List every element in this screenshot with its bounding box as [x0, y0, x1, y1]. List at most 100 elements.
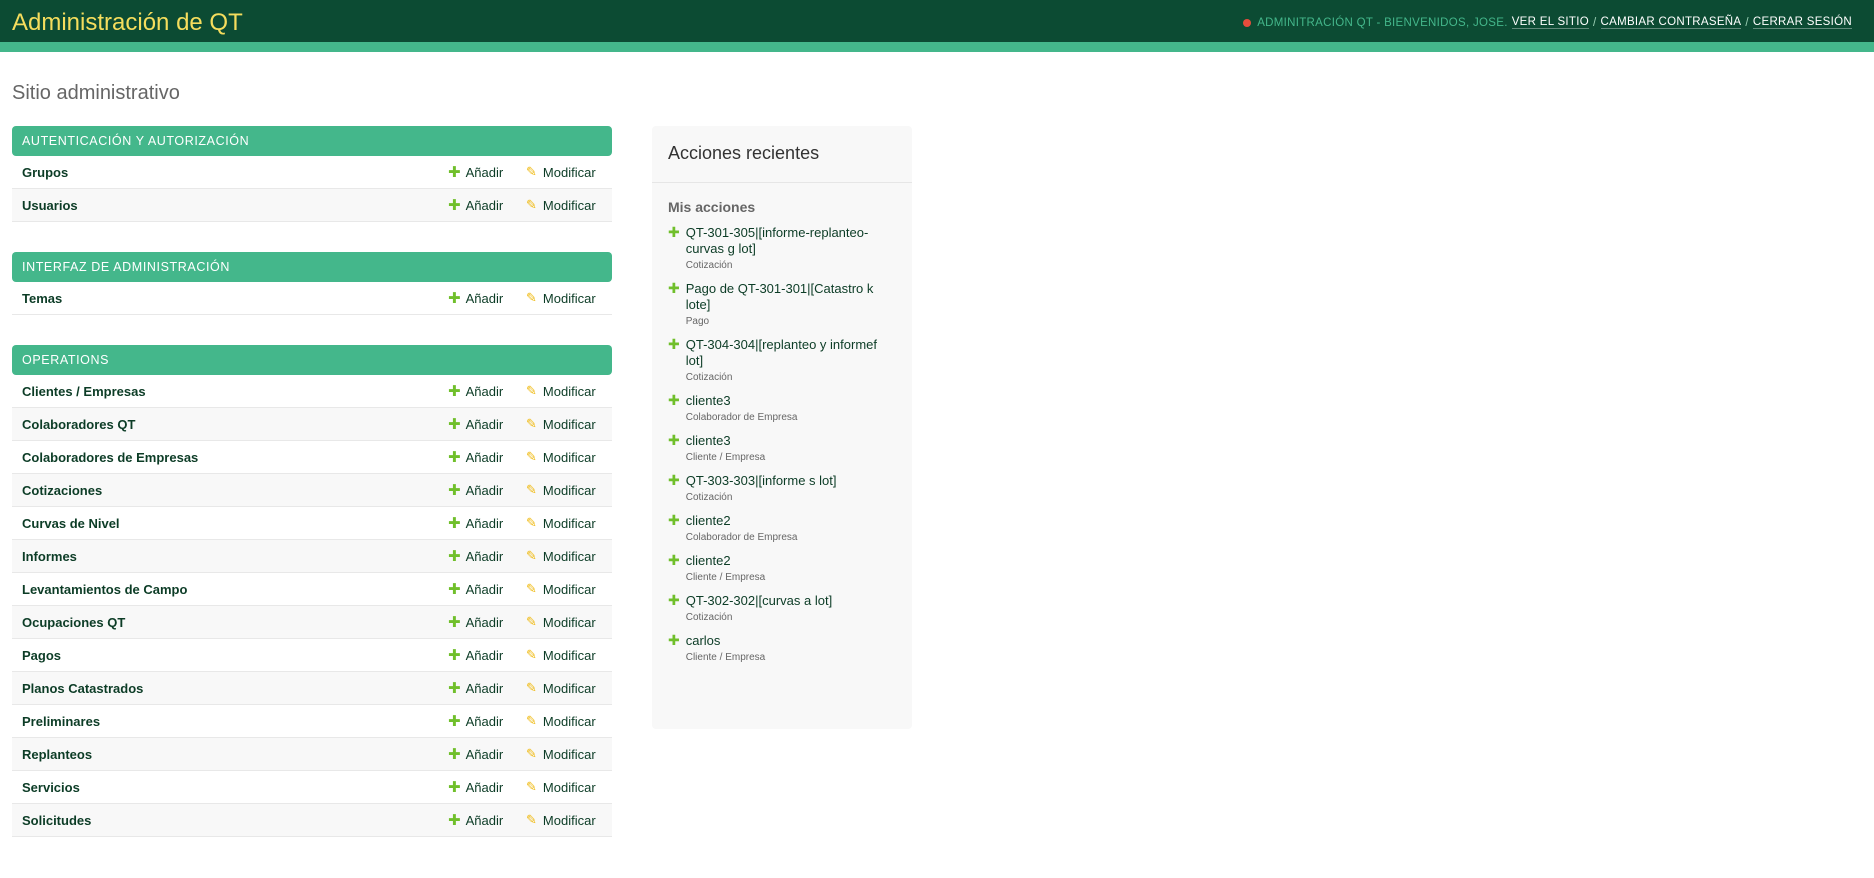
module-rows: Temas ✚ Añadir ✎ Modificar	[12, 282, 612, 315]
add-link[interactable]: ✚ Añadir	[448, 415, 503, 433]
change-link[interactable]: ✎ Modificar	[526, 681, 596, 696]
model-link[interactable]: Clientes / Empresas	[12, 384, 146, 399]
model-link[interactable]: Ocupaciones QT	[12, 615, 125, 630]
pencil-icon: ✎	[526, 581, 537, 597]
change-link[interactable]: ✎ Modificar	[526, 582, 596, 597]
add-label: Añadir	[465, 779, 504, 795]
change-link[interactable]: ✎ Modificar	[526, 615, 596, 630]
model-link[interactable]: Replanteos	[12, 747, 92, 762]
change-link[interactable]: ✎ Modificar	[526, 747, 596, 762]
add-label: Añadir	[465, 416, 504, 432]
change-link[interactable]: ✎ Modificar	[526, 516, 596, 531]
change-link[interactable]: ✎ Modificar	[526, 648, 596, 663]
add-link[interactable]: ✚ Añadir	[448, 289, 503, 307]
add-link[interactable]: ✚ Añadir	[448, 163, 503, 181]
model-link[interactable]: Usuarios	[12, 198, 78, 213]
model-link[interactable]: Pagos	[12, 648, 61, 663]
add-icon: ✚	[448, 712, 461, 730]
model-link[interactable]: Cotizaciones	[12, 483, 102, 498]
model-link[interactable]: Solicitudes	[12, 813, 91, 828]
recent-action-link[interactable]: cliente3	[686, 433, 886, 449]
recent-action-link[interactable]: QT-301-305|[informe-replanteo-curvas g l…	[686, 225, 886, 257]
recent-action-link[interactable]: carlos	[686, 633, 886, 649]
module-caption[interactable]: AUTENTICACIÓN Y AUTORIZACIÓN	[12, 126, 612, 156]
change-link[interactable]: ✎ Modificar	[526, 714, 596, 729]
view-site-link[interactable]: VER EL SITIO	[1511, 16, 1589, 29]
separator: /	[1593, 16, 1597, 29]
recent-action-link[interactable]: cliente3	[686, 393, 886, 409]
add-icon: ✚	[448, 745, 461, 763]
change-label: Modificar	[542, 680, 596, 696]
site-brand[interactable]: Administración de QT	[12, 9, 243, 37]
model-link[interactable]: Levantamientos de Campo	[12, 582, 187, 597]
recent-action-link[interactable]: Pago de QT-301-301|[Catastro k lote]	[686, 281, 886, 313]
model-link[interactable]: Informes	[12, 549, 77, 564]
addition-icon: ✚	[668, 553, 680, 569]
add-link[interactable]: ✚ Añadir	[448, 481, 503, 499]
module-caption[interactable]: OPERATIONS	[12, 345, 612, 375]
logout-link[interactable]: CERRAR SESIÓN	[1752, 16, 1852, 29]
add-link[interactable]: ✚ Añadir	[448, 646, 503, 664]
recent-action-link[interactable]: cliente2	[686, 513, 886, 529]
pencil-icon: ✎	[526, 197, 537, 213]
model-link[interactable]: Servicios	[12, 780, 80, 795]
add-link[interactable]: ✚ Añadir	[448, 745, 503, 763]
add-link[interactable]: ✚ Añadir	[448, 382, 503, 400]
change-link[interactable]: ✎ Modificar	[526, 813, 596, 828]
model-row: Colaboradores QT ✚ Añadir ✎ Modificar	[12, 408, 612, 441]
add-link[interactable]: ✚ Añadir	[448, 712, 503, 730]
recent-action-type: Cotización	[685, 612, 733, 623]
add-link[interactable]: ✚ Añadir	[448, 778, 503, 796]
recent-action-type: Cliente / Empresa	[685, 572, 766, 583]
recent-action-link[interactable]: QT-303-303|[informe s lot]	[686, 473, 886, 489]
recent-action-link[interactable]: QT-304-304|[replanteo y informef lot]	[686, 337, 886, 369]
add-link[interactable]: ✚ Añadir	[448, 196, 503, 214]
change-link[interactable]: ✎ Modificar	[526, 417, 596, 432]
add-label: Añadir	[465, 812, 504, 828]
model-link[interactable]: Temas	[12, 291, 62, 306]
recent-action-body: QT-303-303|[informe s lot] Cotización	[686, 473, 886, 503]
add-link[interactable]: ✚ Añadir	[448, 580, 503, 598]
module-rows: Grupos ✚ Añadir ✎ Modificar Usuarios ✚ Añadir ✎ M…	[12, 156, 612, 222]
model-link[interactable]: Curvas de Nivel	[12, 516, 120, 531]
recent-actions-title: Acciones recientes	[652, 126, 912, 183]
recent-action-link[interactable]: QT-302-302|[curvas a lot]	[686, 593, 886, 609]
app-module: AUTENTICACIÓN Y AUTORIZACIÓN Grupos ✚ Añadi…	[12, 126, 612, 222]
change-label: Modificar	[542, 197, 596, 213]
change-label: Modificar	[542, 383, 596, 399]
add-icon: ✚	[448, 382, 461, 400]
change-label: Modificar	[542, 713, 596, 729]
add-label: Añadir	[465, 581, 504, 597]
change-link[interactable]: ✎ Modificar	[526, 450, 596, 465]
model-row: Temas ✚ Añadir ✎ Modificar	[12, 282, 612, 315]
add-link[interactable]: ✚ Añadir	[448, 547, 503, 565]
change-label: Modificar	[542, 449, 596, 465]
add-link[interactable]: ✚ Añadir	[448, 514, 503, 532]
change-link[interactable]: ✎ Modificar	[526, 198, 596, 213]
change-link[interactable]: ✎ Modificar	[526, 549, 596, 564]
add-label: Añadir	[465, 164, 504, 180]
recent-action-item: ✚ cliente2 Cliente / Empresa	[668, 553, 896, 583]
add-link[interactable]: ✚ Añadir	[448, 811, 503, 829]
welcome-text: ADMINITRACIÓN QT - BIENVENIDOS, JOSE.	[1257, 16, 1508, 29]
model-link[interactable]: Planos Catastrados	[12, 681, 143, 696]
model-row: Preliminares ✚ Añadir ✎ Modificar	[12, 705, 612, 738]
model-link[interactable]: Preliminares	[12, 714, 100, 729]
add-link[interactable]: ✚ Añadir	[448, 613, 503, 631]
model-link[interactable]: Colaboradores QT	[12, 417, 135, 432]
module-caption[interactable]: INTERFAZ DE ADMINISTRACIÓN	[12, 252, 612, 282]
change-password-link[interactable]: CAMBIAR CONTRASEÑA	[1600, 16, 1742, 29]
add-link[interactable]: ✚ Añadir	[448, 448, 503, 466]
change-link[interactable]: ✎ Modificar	[526, 384, 596, 399]
add-link[interactable]: ✚ Añadir	[448, 679, 503, 697]
change-link[interactable]: ✎ Modificar	[526, 483, 596, 498]
change-link[interactable]: ✎ Modificar	[526, 291, 596, 306]
recent-action-link[interactable]: cliente2	[686, 553, 886, 569]
add-label: Añadir	[465, 680, 504, 696]
change-link[interactable]: ✎ Modificar	[526, 165, 596, 180]
recent-action-body: Pago de QT-301-301|[Catastro k lote] Pago	[686, 281, 886, 327]
model-link[interactable]: Colaboradores de Empresas	[12, 450, 198, 465]
pencil-icon: ✎	[526, 449, 537, 465]
change-link[interactable]: ✎ Modificar	[526, 780, 596, 795]
model-link[interactable]: Grupos	[12, 165, 68, 180]
